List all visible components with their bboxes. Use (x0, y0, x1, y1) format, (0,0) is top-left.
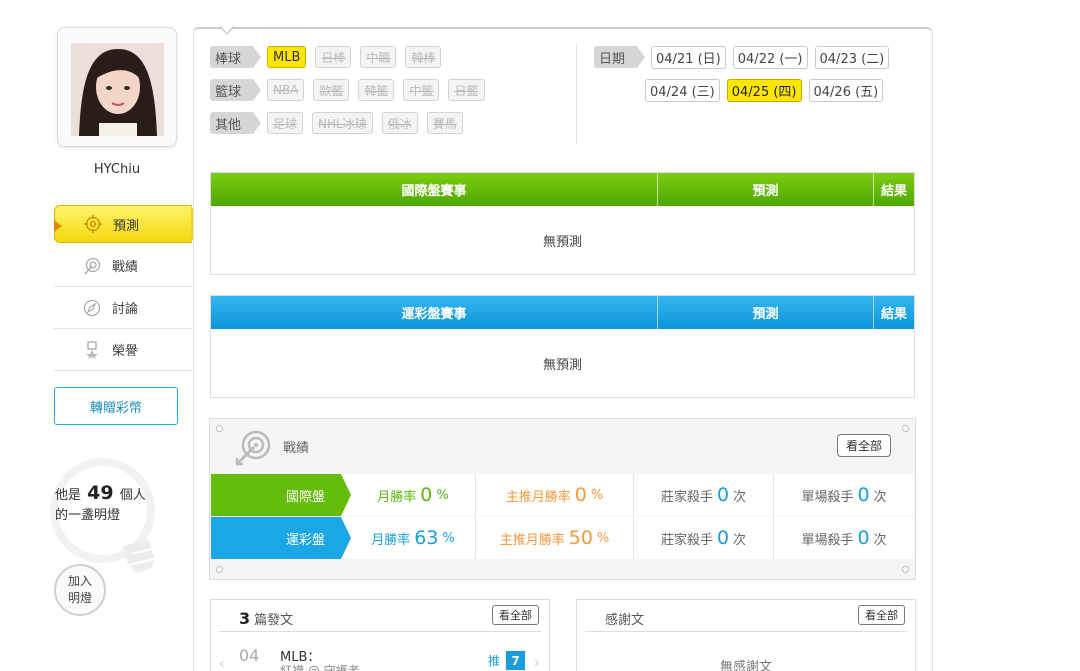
panel-notch (220, 26, 234, 36)
monthly-win-rate: 月勝率 63% (341, 517, 476, 559)
view-all-button[interactable]: 看全部 (836, 434, 891, 457)
record-row-label: 國際盤 (211, 474, 351, 516)
league-chip-mlb[interactable]: MLB (267, 46, 307, 68)
posts-panel: 3 篇發文 看全部 ‹ 04 MLB： 紅襪 @ 守護者 推7 › (210, 599, 550, 671)
single-killer: 單場殺手 0 次 (801, 527, 887, 549)
thanks-panel: 感謝文 看全部 無感謝文 (576, 599, 916, 671)
thanks-title: 感謝文 (605, 613, 645, 628)
lamp-count-text: 他是 49 個人 的一盞明燈 (55, 482, 146, 523)
table-header: 國際盤賽事 預測 結果 (211, 173, 914, 206)
league-chip[interactable]: 日籃 (448, 79, 485, 101)
record-target-icon (235, 430, 271, 466)
col-predict: 預測 (658, 296, 874, 329)
category-row-other: 其他 足球 NHL冰球 俄冰 賽馬 (210, 111, 472, 135)
category-row-basketball: 籃球 NBA 歐籃 韓籃 中籃 日籃 (210, 78, 494, 102)
category-label: 其他 (210, 112, 262, 134)
date-label: 日期 (594, 46, 646, 68)
record-icon (82, 256, 102, 276)
league-chip[interactable]: 足球 (267, 112, 304, 134)
category-row-baseball: 棒球 MLB 日棒 中職 韓棒 (210, 45, 450, 69)
intl-prediction-table: 國際盤賽事 預測 結果 無預測 (210, 172, 915, 275)
date-chip[interactable]: 04/23 (二) (814, 45, 890, 69)
league-chip[interactable]: NHL冰球 (312, 112, 373, 134)
date-chip[interactable]: 04/21 (日) (651, 45, 726, 69)
league-chip[interactable]: 韓棒 (405, 46, 442, 68)
empty-message: 無預測 (542, 234, 582, 250)
league-chip[interactable]: 中職 (360, 46, 397, 68)
league-chip[interactable]: 歐籃 (313, 79, 350, 101)
single-killer: 單場殺手 0 次 (801, 484, 887, 506)
posts-view-all-button[interactable]: 看全部 (492, 605, 539, 625)
league-chip[interactable]: 俄冰 (381, 112, 418, 134)
banker-killer: 莊家殺手 0 次 (634, 517, 774, 559)
sidebar-item-honor[interactable]: 榮譽 (54, 329, 192, 371)
sidebar-item-predict[interactable]: 預測 (54, 205, 201, 243)
col-result: 結果 (880, 184, 907, 199)
date-chip-selected[interactable]: 04/25 (四) (726, 78, 802, 102)
post-date: 04 (239, 646, 260, 665)
record-row-sport: 運彩盤 月勝率 63% 主推月勝率 50% 莊家殺手 0 次 單場殺手 0 次 (211, 517, 914, 559)
thanks-view-all-button[interactable]: 看全部 (858, 605, 905, 625)
posts-count: 3 (239, 609, 251, 628)
corner-dot (216, 425, 223, 432)
chevron-right-icon[interactable]: › (534, 655, 540, 671)
donate-coins-button[interactable]: 轉贈彩幣 (54, 387, 178, 425)
league-chip[interactable]: 韓籃 (358, 79, 395, 101)
main-monthly-win-rate: 主推月勝率 50% (476, 517, 634, 559)
record-panel: 戰績 看全部 國際盤 月勝率 0% 主推月勝率 0% 莊家殺手 0 次 單場殺手 0 次 運… (209, 418, 916, 580)
date-chip[interactable]: 04/22 (一) (732, 45, 808, 69)
col-predict: 預測 (658, 173, 874, 206)
corner-dot (902, 425, 909, 432)
sidebar-item-label: 討論 (112, 302, 139, 317)
corner-dot (216, 566, 223, 573)
col-result: 結果 (880, 307, 907, 322)
sidebar-item-label: 榮譽 (112, 344, 139, 359)
col-event: 運彩盤賽事 (211, 296, 658, 329)
sidebar-menu: 預測 戰績 討論 榮譽 (54, 205, 201, 371)
username: HYChiu (93, 162, 141, 177)
join-lamp-button[interactable]: 加入 明燈 (54, 564, 106, 616)
col-event: 國際盤賽事 (211, 173, 658, 206)
league-chip[interactable]: 日棒 (315, 46, 352, 68)
category-label: 棒球 (210, 46, 262, 68)
sidebar-item-discuss[interactable]: 討論 (54, 287, 192, 329)
date-row-2: 04/24 (三) 04/25 (四) 04/26 (五) (645, 78, 890, 102)
sidebar-item-label: 戰績 (112, 260, 139, 275)
date-row-1: 日期 04/21 (日) 04/22 (一) 04/23 (二) (594, 45, 896, 69)
record-row-intl: 國際盤 月勝率 0% 主推月勝率 0% 莊家殺手 0 次 單場殺手 0 次 (211, 474, 914, 516)
league-chip[interactable]: 中籃 (403, 79, 440, 101)
banker-killer: 莊家殺手 0 次 (634, 474, 774, 516)
date-chip[interactable]: 04/24 (三) (645, 78, 720, 102)
lightbulb-icon (122, 540, 154, 573)
sport-prediction-table: 運彩盤賽事 預測 結果 無預測 (210, 295, 915, 398)
sidebar-item-label: 預測 (113, 218, 140, 234)
discuss-icon (82, 298, 102, 318)
record-row-label: 運彩盤 (211, 517, 351, 559)
league-chip[interactable]: 賽馬 (426, 112, 463, 134)
divider (585, 631, 907, 632)
posts-title: 3 篇發文 (239, 609, 294, 628)
post-subtitle: 紅襪 @ 守護者 (280, 664, 360, 671)
filter-divider (576, 44, 577, 144)
avatar-image (71, 43, 164, 136)
empty-message: 無預測 (542, 357, 582, 373)
corner-dot (902, 566, 909, 573)
empty-message: 無感謝文 (719, 660, 772, 671)
target-icon (83, 214, 103, 234)
record-title: 戰績 (283, 441, 310, 456)
avatar[interactable] (71, 43, 164, 136)
main-monthly-win-rate: 主推月勝率 0% (476, 474, 634, 516)
sidebar-item-record[interactable]: 戰績 (54, 245, 192, 287)
lamp-count: 49 (87, 482, 114, 504)
divider (219, 631, 541, 632)
chevron-left-icon[interactable]: ‹ (219, 656, 225, 671)
date-chip[interactable]: 04/26 (五) (808, 78, 884, 102)
push-count: 推7 (488, 651, 526, 670)
league-chip[interactable]: NBA (267, 79, 305, 101)
table-header: 運彩盤賽事 預測 結果 (211, 296, 914, 329)
avatar-frame (57, 27, 177, 147)
monthly-win-rate: 月勝率 0% (341, 474, 476, 516)
category-label: 籃球 (210, 79, 262, 101)
medal-icon (82, 340, 102, 360)
